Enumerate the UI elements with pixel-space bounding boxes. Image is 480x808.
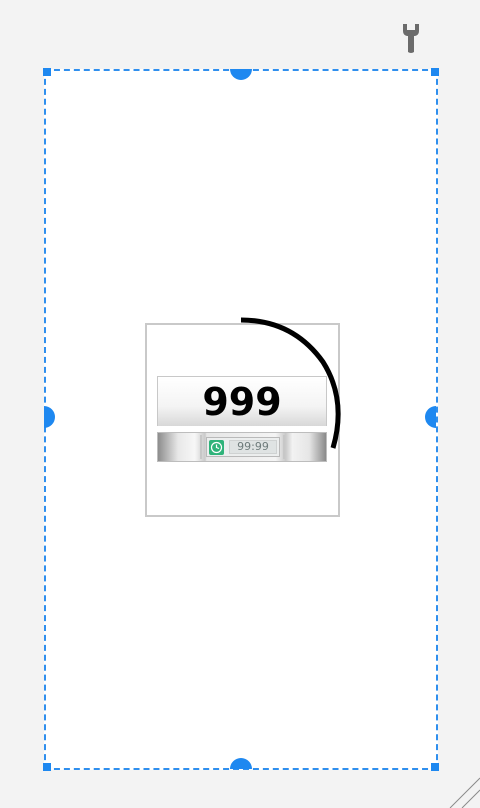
wrench-icon[interactable] [399, 22, 423, 54]
timer-bar: 99:99 [157, 432, 327, 462]
resize-grip-icon[interactable] [444, 772, 480, 808]
bar-divider-left [200, 435, 202, 459]
resize-handle-top[interactable] [230, 69, 252, 80]
timer-value: 99:99 [229, 440, 277, 454]
resize-corner-top-left[interactable] [43, 68, 51, 76]
resize-corner-bottom-left[interactable] [43, 763, 51, 771]
resize-handle-left[interactable] [44, 406, 55, 428]
resize-corner-bottom-right[interactable] [431, 763, 439, 771]
clock-icon [209, 440, 224, 455]
editor-stage: 999 999 99:99 [0, 0, 480, 808]
bar-divider-right [283, 435, 285, 459]
counter-display: 999 999 [157, 376, 327, 470]
timer-box: 99:99 [206, 437, 280, 457]
resize-corner-top-right[interactable] [431, 68, 439, 76]
